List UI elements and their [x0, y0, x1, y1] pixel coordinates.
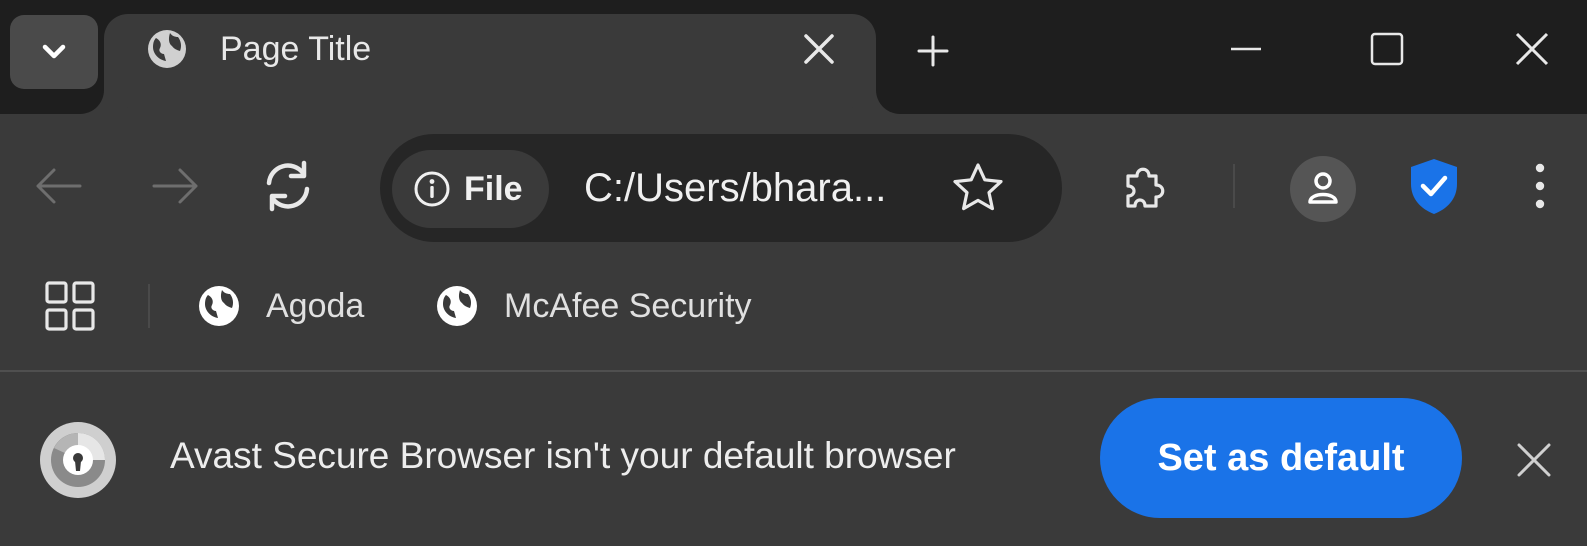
profile-button[interactable] — [1290, 156, 1356, 222]
forward-button[interactable] — [144, 154, 208, 218]
close-icon — [1517, 443, 1551, 477]
toolbar: File C:/Users/bhara... — [0, 114, 1587, 242]
toolbar-separator — [1233, 164, 1235, 208]
tab-strip: Page Title — [0, 0, 1587, 114]
globe-icon — [199, 286, 239, 326]
reload-icon — [266, 160, 310, 212]
minimize-icon — [1231, 47, 1261, 51]
back-arrow-icon — [36, 168, 82, 204]
reload-button[interactable] — [256, 154, 320, 218]
close-tab-button[interactable] — [794, 24, 844, 74]
chevron-down-icon — [42, 44, 66, 59]
site-info-label: File — [464, 169, 523, 208]
tab-search-button[interactable] — [10, 15, 98, 89]
bookmarks-separator — [148, 284, 150, 328]
close-icon — [804, 34, 834, 64]
extensions-puzzle-icon — [1126, 167, 1165, 208]
close-infobar-button[interactable] — [1504, 430, 1564, 490]
bookmark-label: McAfee Security — [504, 286, 752, 325]
new-tab-button[interactable] — [904, 22, 962, 80]
globe-icon — [148, 30, 186, 68]
bookmarks-bar: Agoda McAfee Security — [0, 242, 1587, 370]
infobar-message: Avast Secure Browser isn't your default … — [170, 435, 956, 476]
forward-arrow-icon — [152, 168, 198, 204]
set-as-default-button[interactable]: Set as default — [1100, 398, 1462, 518]
more-menu-button[interactable] — [1508, 154, 1572, 218]
url-text[interactable]: C:/Users/bhara... — [584, 134, 886, 242]
profile-icon — [1308, 172, 1338, 204]
close-window-button[interactable] — [1492, 14, 1572, 84]
back-button[interactable] — [26, 154, 90, 218]
more-vertical-icon — [1535, 163, 1545, 209]
default-browser-infobar: Avast Secure Browser isn't your default … — [0, 372, 1587, 546]
apps-grid-icon[interactable] — [44, 280, 96, 332]
bookmark-mcafee-security[interactable]: McAfee Security — [434, 276, 752, 336]
address-bar[interactable]: File C:/Users/bhara... — [380, 134, 1062, 242]
star-icon — [953, 163, 1003, 211]
active-tab[interactable]: Page Title — [104, 14, 876, 114]
bookmark-label: Agoda — [266, 286, 365, 325]
site-info-chip[interactable]: File — [392, 150, 549, 228]
bookmark-star-button[interactable] — [948, 158, 1008, 218]
avast-browser-logo-icon — [40, 422, 116, 498]
minimize-button[interactable] — [1206, 14, 1286, 84]
extensions-button[interactable] — [1114, 154, 1178, 218]
bookmark-agoda[interactable]: Agoda — [196, 276, 364, 336]
tab-title: Page Title — [220, 30, 372, 68]
info-icon — [414, 171, 450, 207]
plus-icon — [917, 35, 949, 67]
close-icon — [1515, 32, 1549, 66]
globe-icon — [437, 286, 477, 326]
maximize-icon — [1370, 32, 1404, 66]
avast-shield-icon — [1411, 159, 1457, 214]
maximize-button[interactable] — [1347, 14, 1427, 84]
avast-shield-button[interactable] — [1402, 154, 1466, 218]
